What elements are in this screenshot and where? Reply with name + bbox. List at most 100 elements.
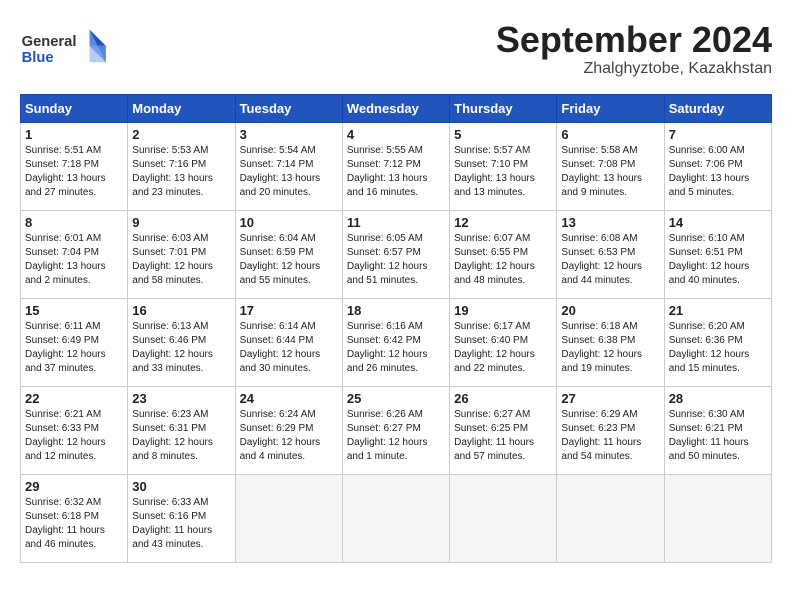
calendar-cell: 9 Sunrise: 6:03 AMSunset: 7:01 PMDaylight… [128, 210, 235, 298]
day-info: Sunrise: 6:04 AMSunset: 6:59 PMDaylight:… [240, 232, 338, 288]
day-info: Sunrise: 5:54 AMSunset: 7:14 PMDaylight:… [240, 144, 338, 200]
day-number: 9 [132, 215, 230, 230]
day-number: 22 [25, 391, 123, 406]
calendar-cell: 20 Sunrise: 6:18 AMSunset: 6:38 PMDayligh… [557, 298, 664, 386]
location: Zhalghyztobe, Kazakhstan [496, 60, 772, 78]
day-info: Sunrise: 6:14 AMSunset: 6:44 PMDaylight:… [240, 320, 338, 376]
calendar-cell: 24 Sunrise: 6:24 AMSunset: 6:29 PMDayligh… [235, 386, 342, 474]
calendar-cell: 16 Sunrise: 6:13 AMSunset: 6:46 PMDayligh… [128, 298, 235, 386]
day-number: 17 [240, 303, 338, 318]
day-info: Sunrise: 6:07 AMSunset: 6:55 PMDaylight:… [454, 232, 552, 288]
header-monday: Monday [128, 94, 235, 122]
day-info: Sunrise: 6:03 AMSunset: 7:01 PMDaylight:… [132, 232, 230, 288]
logo-svg: General Blue [20, 20, 110, 75]
calendar-cell [342, 474, 449, 562]
calendar-cell: 17 Sunrise: 6:14 AMSunset: 6:44 PMDayligh… [235, 298, 342, 386]
day-info: Sunrise: 6:21 AMSunset: 6:33 PMDaylight:… [25, 408, 123, 464]
calendar-cell: 11Sunrise: 6:05 AMSunset: 6:57 PMDayligh… [342, 210, 449, 298]
calendar-cell: 10Sunrise: 6:04 AMSunset: 6:59 PMDayligh… [235, 210, 342, 298]
day-info: Sunrise: 6:17 AMSunset: 6:40 PMDaylight:… [454, 320, 552, 376]
calendar-header: Sunday Monday Tuesday Wednesday Thursday… [21, 94, 772, 122]
calendar-row-1: 8Sunrise: 6:01 AMSunset: 7:04 PMDaylight… [21, 210, 772, 298]
day-number: 15 [25, 303, 123, 318]
day-info: Sunrise: 5:51 AMSunset: 7:18 PMDaylight:… [25, 144, 123, 200]
calendar-row-3: 22 Sunrise: 6:21 AMSunset: 6:33 PMDayligh… [21, 386, 772, 474]
day-number: 3 [240, 127, 338, 142]
calendar-cell: 13 Sunrise: 6:08 AMSunset: 6:53 PMDayligh… [557, 210, 664, 298]
day-info: Sunrise: 6:05 AMSunset: 6:57 PMDaylight:… [347, 232, 445, 288]
day-number: 24 [240, 391, 338, 406]
header-thursday: Thursday [450, 94, 557, 122]
calendar-table: Sunday Monday Tuesday Wednesday Thursday… [20, 94, 772, 563]
calendar-body: 1 Sunrise: 5:51 AMSunset: 7:18 PMDaylight… [21, 122, 772, 562]
weekday-row: Sunday Monday Tuesday Wednesday Thursday… [21, 94, 772, 122]
day-info: Sunrise: 6:27 AMSunset: 6:25 PMDaylight:… [454, 408, 552, 464]
calendar-cell: 7 Sunrise: 6:00 AMSunset: 7:06 PMDaylight… [664, 122, 771, 210]
calendar-cell: 1 Sunrise: 5:51 AMSunset: 7:18 PMDaylight… [21, 122, 128, 210]
calendar-cell: 4Sunrise: 5:55 AMSunset: 7:12 PMDaylight… [342, 122, 449, 210]
day-info: Sunrise: 6:29 AMSunset: 6:23 PMDaylight:… [561, 408, 659, 464]
calendar-cell: 27 Sunrise: 6:29 AMSunset: 6:23 PMDayligh… [557, 386, 664, 474]
day-info: Sunrise: 6:13 AMSunset: 6:46 PMDaylight:… [132, 320, 230, 376]
calendar-cell: 18Sunrise: 6:16 AMSunset: 6:42 PMDayligh… [342, 298, 449, 386]
calendar-cell: 23Sunrise: 6:23 AMSunset: 6:31 PMDayligh… [128, 386, 235, 474]
day-number: 20 [561, 303, 659, 318]
day-number: 26 [454, 391, 552, 406]
day-number: 21 [669, 303, 767, 318]
day-info: Sunrise: 5:58 AMSunset: 7:08 PMDaylight:… [561, 144, 659, 200]
header-saturday: Saturday [664, 94, 771, 122]
day-info: Sunrise: 6:30 AMSunset: 6:21 PMDaylight:… [669, 408, 767, 464]
calendar-cell: 28 Sunrise: 6:30 AMSunset: 6:21 PMDayligh… [664, 386, 771, 474]
day-number: 13 [561, 215, 659, 230]
calendar-cell: 30Sunrise: 6:33 AMSunset: 6:16 PMDayligh… [128, 474, 235, 562]
svg-text:Blue: Blue [22, 50, 54, 66]
day-number: 14 [669, 215, 767, 230]
day-info: Sunrise: 6:20 AMSunset: 6:36 PMDaylight:… [669, 320, 767, 376]
day-number: 28 [669, 391, 767, 406]
header-sunday: Sunday [21, 94, 128, 122]
calendar-cell: 22 Sunrise: 6:21 AMSunset: 6:33 PMDayligh… [21, 386, 128, 474]
calendar-cell: 3 Sunrise: 5:54 AMSunset: 7:14 PMDaylight… [235, 122, 342, 210]
day-info: Sunrise: 6:10 AMSunset: 6:51 PMDaylight:… [669, 232, 767, 288]
month-title: September 2024 [496, 20, 772, 60]
day-number: 4 [347, 127, 445, 142]
calendar-cell: 12Sunrise: 6:07 AMSunset: 6:55 PMDayligh… [450, 210, 557, 298]
page-header: General Blue September 2024 Zhalghyztobe… [20, 20, 772, 78]
calendar-cell [557, 474, 664, 562]
day-number: 25 [347, 391, 445, 406]
day-number: 18 [347, 303, 445, 318]
day-number: 29 [25, 479, 123, 494]
day-info: Sunrise: 6:24 AMSunset: 6:29 PMDaylight:… [240, 408, 338, 464]
calendar-cell: 2Sunrise: 5:53 AMSunset: 7:16 PMDaylight… [128, 122, 235, 210]
day-number: 30 [132, 479, 230, 494]
day-info: Sunrise: 6:00 AMSunset: 7:06 PMDaylight:… [669, 144, 767, 200]
day-number: 2 [132, 127, 230, 142]
calendar-cell: 15 Sunrise: 6:11 AMSunset: 6:49 PMDayligh… [21, 298, 128, 386]
day-number: 16 [132, 303, 230, 318]
calendar-cell: 29Sunrise: 6:32 AMSunset: 6:18 PMDayligh… [21, 474, 128, 562]
day-number: 5 [454, 127, 552, 142]
header-friday: Friday [557, 94, 664, 122]
calendar-row-4: 29Sunrise: 6:32 AMSunset: 6:18 PMDayligh… [21, 474, 772, 562]
day-number: 7 [669, 127, 767, 142]
day-info: Sunrise: 6:08 AMSunset: 6:53 PMDaylight:… [561, 232, 659, 288]
calendar-cell: 5 Sunrise: 5:57 AMSunset: 7:10 PMDaylight… [450, 122, 557, 210]
day-info: Sunrise: 6:18 AMSunset: 6:38 PMDaylight:… [561, 320, 659, 376]
day-info: Sunrise: 6:11 AMSunset: 6:49 PMDaylight:… [25, 320, 123, 376]
calendar-row-0: 1 Sunrise: 5:51 AMSunset: 7:18 PMDaylight… [21, 122, 772, 210]
title-block: September 2024 Zhalghyztobe, Kazakhstan [496, 20, 772, 78]
day-number: 23 [132, 391, 230, 406]
calendar-cell [664, 474, 771, 562]
calendar-cell: 14 Sunrise: 6:10 AMSunset: 6:51 PMDayligh… [664, 210, 771, 298]
header-tuesday: Tuesday [235, 94, 342, 122]
day-info: Sunrise: 5:57 AMSunset: 7:10 PMDaylight:… [454, 144, 552, 200]
day-number: 27 [561, 391, 659, 406]
calendar-cell: 19Sunrise: 6:17 AMSunset: 6:40 PMDayligh… [450, 298, 557, 386]
day-info: Sunrise: 6:01 AMSunset: 7:04 PMDaylight:… [25, 232, 123, 288]
calendar-cell: 21 Sunrise: 6:20 AMSunset: 6:36 PMDayligh… [664, 298, 771, 386]
day-info: Sunrise: 6:26 AMSunset: 6:27 PMDaylight:… [347, 408, 445, 464]
calendar-row-2: 15 Sunrise: 6:11 AMSunset: 6:49 PMDayligh… [21, 298, 772, 386]
calendar-cell: 8Sunrise: 6:01 AMSunset: 7:04 PMDaylight… [21, 210, 128, 298]
day-number: 1 [25, 127, 123, 142]
calendar-cell [450, 474, 557, 562]
